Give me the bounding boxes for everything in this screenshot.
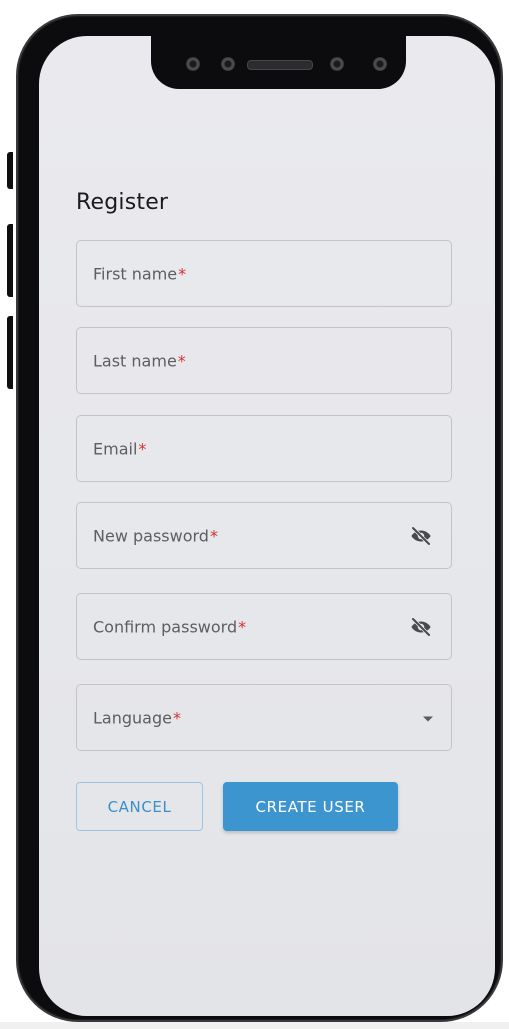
first-name-field[interactable]: First name* (76, 240, 452, 307)
email-field[interactable]: Email* (76, 415, 452, 482)
required-marker: * (172, 708, 181, 727)
last-name-label: Last name* (93, 351, 186, 370)
bottom-divider (0, 1022, 509, 1029)
last-name-field[interactable]: Last name* (76, 327, 452, 394)
confirm-password-field[interactable]: Confirm password* (76, 593, 452, 660)
email-label: Email* (93, 439, 147, 458)
confirm-password-label: Confirm password* (93, 617, 247, 636)
cancel-button[interactable]: CANCEL (76, 782, 203, 831)
required-marker: * (238, 617, 247, 636)
language-label: Language* (93, 708, 181, 727)
mute-switch (7, 152, 13, 189)
new-password-field[interactable]: New password* (76, 502, 452, 569)
required-marker: * (178, 264, 187, 283)
eye-off-icon[interactable] (409, 615, 433, 639)
phone-notch (151, 33, 406, 89)
required-marker: * (138, 439, 147, 458)
volume-down-button (7, 316, 13, 389)
required-marker: * (177, 351, 186, 370)
chevron-down-icon[interactable] (423, 716, 433, 721)
new-password-label: New password* (93, 526, 218, 545)
first-name-label: First name* (93, 264, 187, 283)
sensor-icon (186, 57, 200, 71)
language-select[interactable]: Language* (76, 684, 452, 751)
earpiece-speaker (247, 60, 313, 70)
create-user-button[interactable]: CREATE USER (223, 782, 398, 831)
volume-up-button (7, 224, 13, 297)
proximity-sensor-icon (373, 57, 387, 71)
required-marker: * (209, 526, 218, 545)
page-title: Register (76, 190, 169, 215)
front-camera-icon (221, 57, 235, 71)
sensor-icon (330, 57, 344, 71)
eye-off-icon[interactable] (409, 524, 433, 548)
